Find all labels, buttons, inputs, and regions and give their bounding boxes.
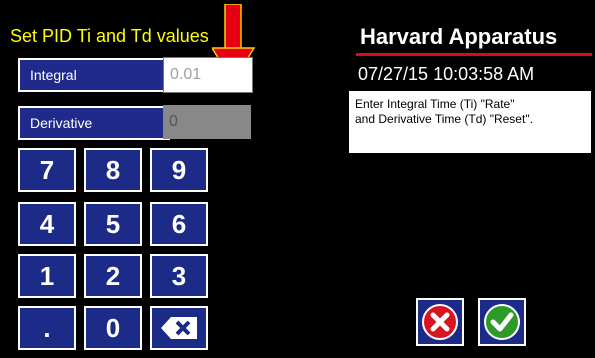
integral-value-field[interactable]: 0.01 [163, 57, 253, 93]
derivative-value-field[interactable]: 0 [163, 105, 251, 139]
help-text-box: Enter Integral Time (Ti) "Rate" and Deri… [349, 91, 591, 153]
cancel-button[interactable] [416, 298, 464, 346]
help-line-2: and Derivative Time (Td) "Reset". [355, 112, 533, 126]
key-9[interactable]: 9 [150, 148, 208, 192]
key-0[interactable]: 0 [84, 306, 142, 350]
integral-field-button[interactable]: Integral [18, 58, 170, 92]
key-2[interactable]: 2 [84, 254, 142, 298]
key-4[interactable]: 4 [18, 202, 76, 246]
brand-divider [356, 53, 592, 56]
help-line-1: Enter Integral Time (Ti) "Rate" [355, 97, 515, 111]
key-1[interactable]: 1 [18, 254, 76, 298]
key-decimal[interactable]: . [18, 306, 76, 350]
confirm-check-icon [484, 304, 520, 340]
screen-title: Set PID Ti and Td values [10, 26, 209, 46]
key-3[interactable]: 3 [150, 254, 208, 298]
cancel-icon [422, 304, 458, 340]
confirm-button[interactable] [478, 298, 526, 346]
key-6[interactable]: 6 [150, 202, 208, 246]
key-7[interactable]: 7 [18, 148, 76, 192]
integral-label: Integral [30, 67, 77, 83]
brand-name: Harvard Apparatus [360, 24, 558, 49]
backspace-icon [161, 317, 197, 339]
key-5[interactable]: 5 [84, 202, 142, 246]
key-8[interactable]: 8 [84, 148, 142, 192]
datetime-display: 07/27/15 10:03:58 AM [358, 64, 535, 84]
backspace-button[interactable] [150, 306, 208, 350]
derivative-label: Derivative [30, 115, 93, 131]
derivative-field-button[interactable]: Derivative [18, 106, 170, 140]
